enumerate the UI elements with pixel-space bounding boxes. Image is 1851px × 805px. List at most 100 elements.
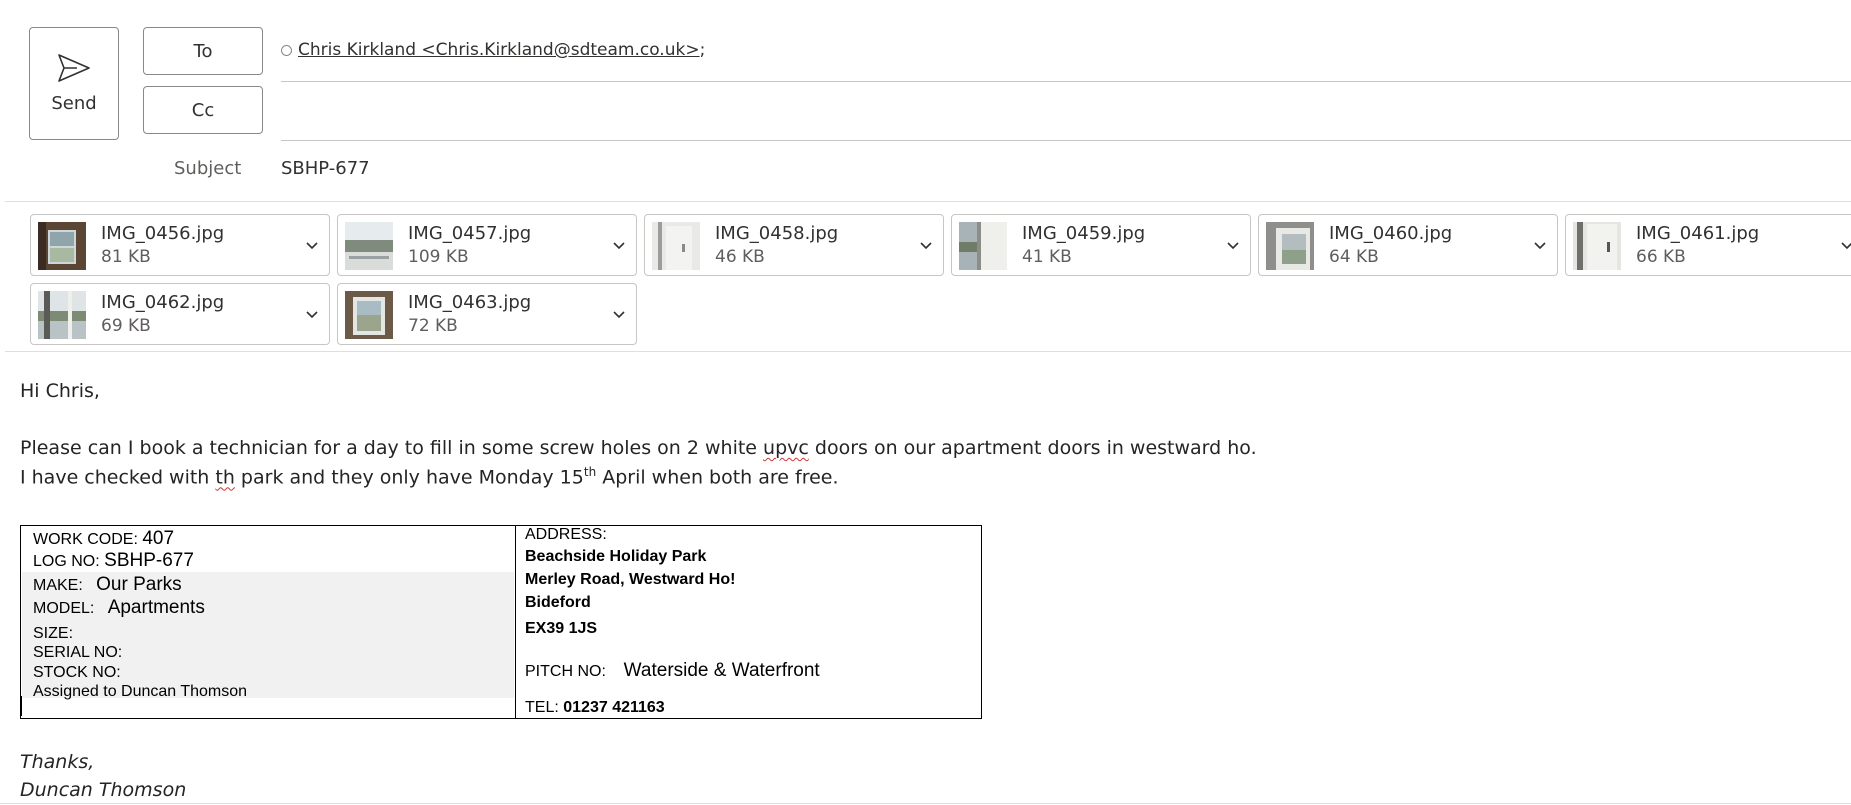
presence-status-icon: [281, 44, 292, 56]
attachment-name: IMG_0460.jpg: [1329, 223, 1453, 244]
attachment-size: 46 KB: [715, 247, 765, 267]
cc-field[interactable]: [281, 92, 1851, 136]
address-line-3: Bideford: [525, 594, 591, 611]
text-cursor: [21, 696, 22, 716]
attachments-divider: [5, 351, 1851, 352]
attachment-name: IMG_0456.jpg: [101, 223, 225, 244]
postcode: EX39 1JS: [525, 620, 598, 637]
size-label: SIZE:: [33, 625, 74, 642]
attachment-size: 41 KB: [1022, 247, 1072, 267]
address-line-2: Merley Road, Westward Ho!: [525, 571, 736, 588]
body-line-2: I have checked with th park and they onl…: [20, 465, 839, 488]
chevron-down-icon[interactable]: [304, 306, 320, 322]
attachment-size: 66 KB: [1636, 247, 1686, 267]
body-text: doors on our apartment doors in westward…: [808, 437, 1257, 459]
pitch-row: PITCH NO: Waterside & Waterfront: [525, 660, 820, 682]
attachment-name: IMG_0461.jpg: [1636, 223, 1760, 244]
chevron-down-icon[interactable]: [1839, 237, 1851, 253]
attachment-name: IMG_0458.jpg: [715, 223, 839, 244]
to-field-underline: [281, 81, 1851, 82]
pitch-label: PITCH NO:: [525, 663, 606, 680]
column-divider: [515, 526, 516, 718]
header-divider: [5, 201, 1851, 202]
work-code-value: 407: [142, 528, 175, 549]
make-value: Our Parks: [96, 574, 182, 595]
attachment-card[interactable]: IMG_0460.jpg 64 KB: [1258, 214, 1558, 276]
body-text: April when both are free.: [596, 466, 839, 489]
image-thumbnail: [38, 222, 86, 270]
work-code-row: WORK CODE: 407: [33, 528, 174, 550]
ordinal-suffix: th: [583, 465, 597, 479]
to-button[interactable]: To: [143, 27, 263, 75]
attachment-size: 109 KB: [408, 247, 469, 267]
cc-field-underline: [281, 140, 1851, 141]
attachment-size: 81 KB: [101, 247, 151, 267]
body-text: park and they only have Monday 15: [234, 466, 584, 489]
send-button[interactable]: Send: [29, 27, 119, 140]
log-no-row: LOG NO: SBHP-677: [33, 550, 194, 572]
work-order-table: WORK CODE: 407 LOG NO: SBHP-677 MAKE: Ou…: [20, 525, 982, 719]
address-label: ADDRESS:: [525, 526, 607, 543]
subject-input[interactable]: SBHP-677: [281, 158, 370, 179]
image-thumbnail: [1266, 222, 1314, 270]
tel-row: TEL: 01237 421163: [525, 699, 665, 717]
recipient-separator: ;: [699, 40, 706, 60]
assigned-to: Assigned to Duncan Thomson: [33, 683, 248, 700]
attachment-card[interactable]: IMG_0459.jpg 41 KB: [951, 214, 1251, 276]
attachment-card[interactable]: IMG_0461.jpg 66 KB: [1565, 214, 1851, 276]
image-thumbnail: [652, 222, 700, 270]
tel-value: 01237 421163: [563, 699, 665, 716]
attachment-size: 64 KB: [1329, 247, 1379, 267]
image-thumbnail: [345, 291, 393, 339]
image-thumbnail: [38, 291, 86, 339]
attachment-card[interactable]: IMG_0463.jpg 72 KB: [337, 283, 637, 345]
log-no-label: LOG NO:: [33, 553, 100, 570]
attachment-size: 72 KB: [408, 316, 458, 336]
chevron-down-icon[interactable]: [304, 237, 320, 253]
body-text: I have checked with: [20, 466, 216, 489]
signoff: Thanks,: [20, 751, 95, 773]
attachment-card[interactable]: IMG_0456.jpg 81 KB: [30, 214, 330, 276]
misspelled-word[interactable]: th: [215, 466, 235, 488]
subject-label: Subject: [174, 158, 242, 179]
attachment-card[interactable]: IMG_0462.jpg 69 KB: [30, 283, 330, 345]
log-no-value: SBHP-677: [104, 550, 194, 571]
bottom-border: [0, 803, 1851, 804]
chevron-down-icon[interactable]: [611, 237, 627, 253]
model-row: MODEL: Apartments: [33, 597, 205, 619]
model-value: Apartments: [107, 597, 205, 618]
chevron-down-icon[interactable]: [1225, 237, 1241, 253]
image-thumbnail: [1573, 222, 1621, 270]
attachment-name: IMG_0462.jpg: [101, 292, 225, 313]
cc-button[interactable]: Cc: [143, 86, 263, 134]
tel-label: TEL:: [525, 699, 559, 716]
image-thumbnail: [959, 222, 1007, 270]
pitch-value: Waterside & Waterfront: [623, 660, 820, 681]
body-line-1: Please can I book a technician for a day…: [20, 437, 1257, 459]
make-row: MAKE: Our Parks: [33, 574, 182, 596]
body-text: Please can I book a technician for a day…: [20, 437, 764, 459]
recipient-chip[interactable]: Chris Kirkland <Chris.Kirkland@sdteam.co…: [298, 40, 700, 60]
attachment-card[interactable]: IMG_0458.jpg 46 KB: [644, 214, 944, 276]
chevron-down-icon[interactable]: [611, 306, 627, 322]
send-label: Send: [51, 93, 97, 114]
attachment-card[interactable]: IMG_0457.jpg 109 KB: [337, 214, 637, 276]
to-field[interactable]: Chris Kirkland <Chris.Kirkland@sdteam.co…: [281, 40, 705, 60]
signature: Duncan Thomson: [20, 779, 187, 801]
greeting: Hi Chris,: [20, 380, 100, 402]
misspelled-word[interactable]: upvc: [763, 437, 809, 459]
make-label: MAKE:: [33, 577, 83, 594]
attachment-name: IMG_0459.jpg: [1022, 223, 1146, 244]
address-line-1: Beachside Holiday Park: [525, 548, 707, 565]
attachment-name: IMG_0457.jpg: [408, 223, 532, 244]
attachment-name: IMG_0463.jpg: [408, 292, 532, 313]
model-label: MODEL:: [33, 600, 95, 617]
serial-label: SERIAL NO:: [33, 644, 123, 661]
work-code-label: WORK CODE:: [33, 531, 138, 548]
chevron-down-icon[interactable]: [1532, 237, 1548, 253]
send-icon: [58, 54, 90, 82]
stock-label: STOCK NO:: [33, 664, 121, 681]
chevron-down-icon[interactable]: [918, 237, 934, 253]
attachment-size: 69 KB: [101, 316, 151, 336]
image-thumbnail: [345, 222, 393, 270]
